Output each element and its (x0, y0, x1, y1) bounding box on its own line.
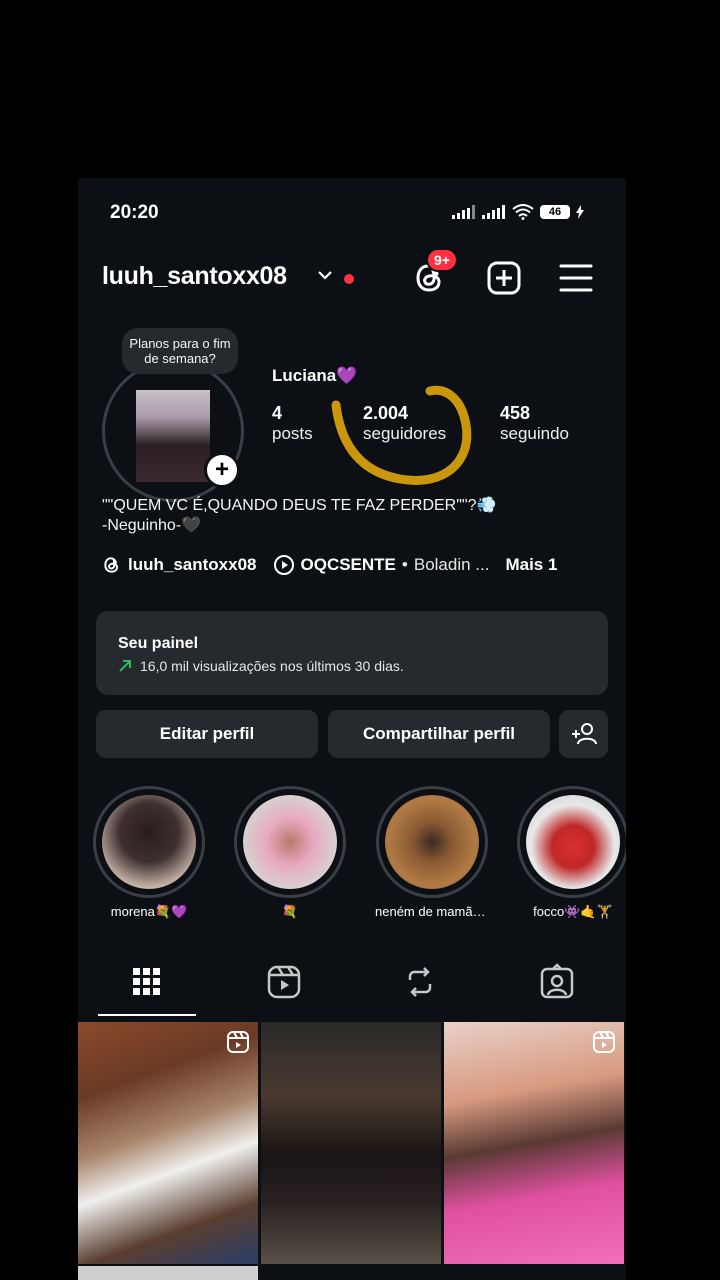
highlight-ring (517, 786, 626, 898)
scribble-annotation (331, 385, 472, 485)
music-separator: • (401, 555, 408, 574)
bio-line-2: -Neguinho-🖤 (102, 517, 202, 534)
grid-post[interactable] (261, 1022, 441, 1264)
stat-posts-value: 4 (272, 403, 283, 423)
stat-posts-label: posts (272, 424, 313, 443)
avatar[interactable] (136, 390, 210, 482)
grid-post[interactable] (78, 1022, 258, 1264)
more-links[interactable]: Mais 1 (505, 555, 557, 575)
dashboard-title: Seu painel (118, 635, 199, 652)
hamburger-menu-icon[interactable] (558, 260, 594, 296)
reel-indicator-icon (593, 1031, 615, 1053)
post-thumbnail (444, 1022, 624, 1264)
reel-indicator-icon (227, 1031, 249, 1053)
highlight-label: 💐 (281, 904, 299, 919)
charging-icon (576, 205, 584, 219)
grid-post[interactable] (444, 1022, 624, 1264)
highlight-label: neném de mamãe ... (375, 904, 489, 919)
dashboard-subtitle: 16,0 mil visualizações nos últimos 30 di… (140, 658, 404, 674)
highlight-ring (93, 786, 205, 898)
highlight-label: focco👾🤙🏋 (533, 904, 613, 919)
post-thumbnail (78, 1022, 258, 1264)
music-artist[interactable]: OQCSENTE (301, 555, 396, 575)
threads-link[interactable]: luuh_santoxx08 (128, 555, 257, 575)
stat-following[interactable]: 458 seguindo (500, 403, 569, 444)
profile-links-row: luuh_santoxx08 OQCSENTE • Boladin ... Ma… (102, 554, 557, 576)
share-profile-button[interactable]: Compartilhar perfil (328, 710, 550, 758)
plus-square-icon[interactable] (486, 260, 522, 296)
highlight-cover (385, 795, 479, 889)
notification-dot (344, 274, 354, 284)
play-circle-icon (273, 555, 294, 575)
stat-following-value: 458 (500, 403, 531, 423)
post-thumbnail (78, 1266, 258, 1280)
chevron-down-icon[interactable] (316, 266, 334, 284)
highlight-ring (234, 786, 346, 898)
profile-username[interactable]: luuh_santoxx08 (102, 262, 287, 291)
active-tab-indicator (98, 1014, 196, 1016)
wifi-icon (512, 204, 534, 220)
add-person-icon (571, 723, 597, 745)
battery-indicator: 46 (540, 205, 570, 219)
reels-icon[interactable] (264, 962, 304, 1002)
grid-icon[interactable] (127, 962, 167, 1002)
profile-note[interactable]: Planos para o fim de semana? (122, 328, 238, 374)
status-time: 20:20 (110, 202, 159, 223)
highlight-item[interactable]: morena💐💜 (92, 786, 206, 920)
highlight-ring (376, 786, 488, 898)
signal-icon (452, 205, 475, 219)
highlight-item[interactable]: 💐 (233, 786, 347, 920)
notification-badge: 9+ (426, 248, 458, 272)
reposts-icon[interactable] (400, 962, 440, 1002)
profile-tabs (78, 948, 626, 1018)
signal-icon-2 (482, 205, 505, 219)
highlight-item[interactable]: focco👾🤙🏋 (516, 786, 626, 920)
discover-people-button[interactable] (559, 710, 608, 758)
stat-following-label: seguindo (500, 424, 570, 443)
highlight-cover (243, 795, 337, 889)
bio-text: ""QUEM VC É,QUANDO DEUS TE FAZ PERDER""?… (102, 496, 496, 536)
grid-post[interactable] (78, 1266, 258, 1280)
highlight-label: morena💐💜 (110, 904, 188, 919)
add-story-button[interactable]: + (204, 452, 240, 488)
tagged-icon[interactable] (537, 962, 577, 1002)
stat-posts[interactable]: 4 posts (272, 403, 313, 444)
trend-up-icon (119, 660, 131, 672)
status-icons: 46 (452, 204, 584, 220)
highlight-item[interactable]: neném de mamãe ... (375, 786, 489, 919)
music-title[interactable]: Boladin ... (414, 555, 490, 575)
dashboard-subtitle-row: 16,0 mil visualizações nos últimos 30 di… (118, 658, 404, 674)
highlight-cover (526, 795, 620, 889)
edit-profile-button[interactable]: Editar perfil (96, 710, 318, 758)
threads-icon (104, 557, 118, 573)
bio-line-1: ""QUEM VC É,QUANDO DEUS TE FAZ PERDER""?… (102, 497, 497, 514)
professional-dashboard[interactable]: Seu painel 16,0 mil visualizações nos úl… (96, 611, 608, 695)
app-screen: 20:20 46 luuh_santoxx08 9+ + Planos para… (78, 178, 626, 1280)
highlight-cover (102, 795, 196, 889)
post-thumbnail (261, 1022, 441, 1264)
